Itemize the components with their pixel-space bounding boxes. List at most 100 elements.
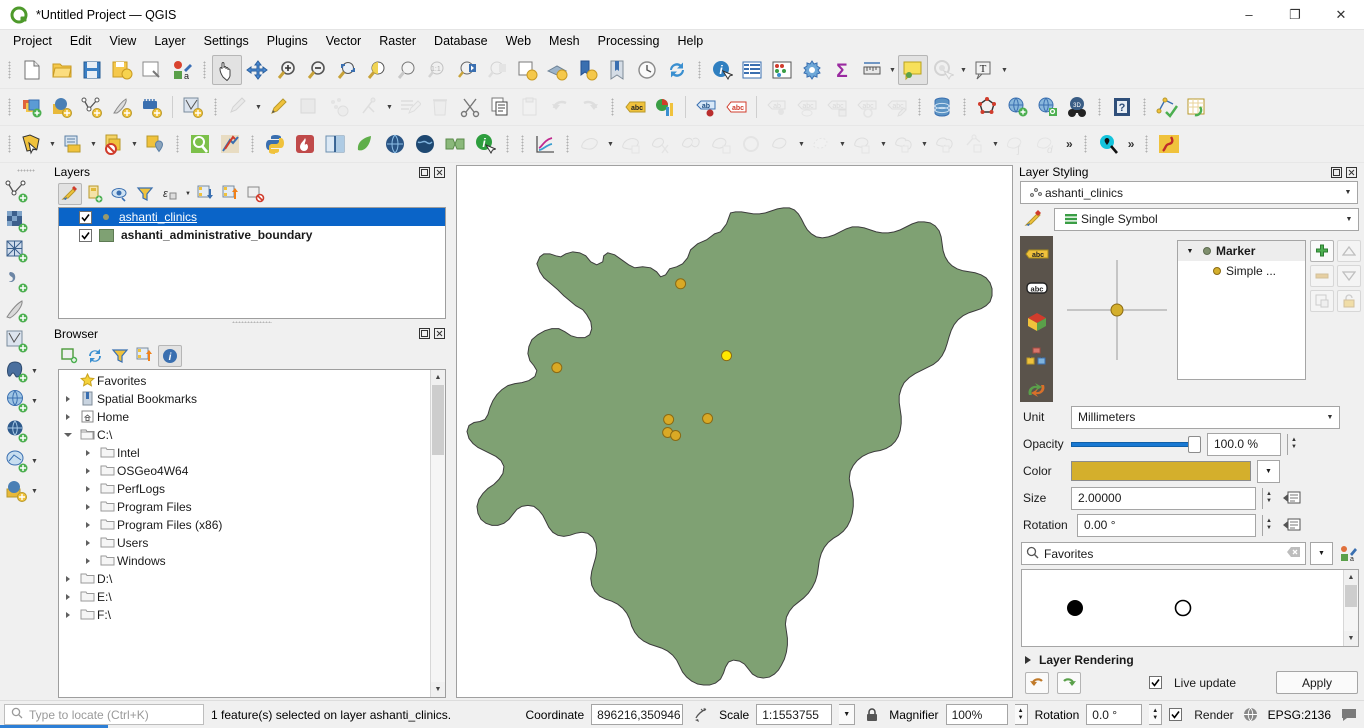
select-by-expression-dropdown-arrow[interactable]: ▼ (88, 129, 99, 159)
browser-item-perflogs[interactable]: PerfLogs (59, 480, 430, 498)
layer-checkbox[interactable] (79, 210, 92, 224)
mesh-digitize-button[interactable] (575, 129, 605, 159)
mesh-reshape-button[interactable] (930, 129, 960, 159)
clear-search-icon[interactable] (1286, 546, 1301, 561)
style-panel-close-icon[interactable] (1345, 166, 1358, 179)
mesh-vertex-button[interactable] (960, 129, 990, 159)
add-vector-layer-v-button[interactable] (0, 176, 52, 206)
chevron-down-icon[interactable]: ▼ (1321, 414, 1339, 421)
3d-view-tab[interactable] (1024, 310, 1050, 334)
rotation-stepper[interactable]: ▲ ▼ (1149, 704, 1163, 725)
add-vector-tile-layer-v-button[interactable]: ▼ (0, 446, 52, 476)
expander[interactable] (59, 432, 77, 437)
zoom-out-button[interactable] (302, 55, 332, 85)
redo-style-button[interactable] (1057, 671, 1081, 694)
check-geometry-button[interactable] (1152, 92, 1182, 122)
browser-item-osgeo4w64[interactable]: OSGeo4W64 (59, 462, 430, 480)
collapse-all-browser-icon[interactable] (133, 345, 157, 367)
browser-item-f-drive[interactable]: F:\ (59, 606, 430, 624)
zoom-to-selection-button[interactable] (362, 55, 392, 85)
vertex-tool-button[interactable] (354, 92, 384, 122)
mesh-add-button[interactable] (616, 129, 646, 159)
mesh-integral-button[interactable]: ∫ (1001, 129, 1031, 159)
deselect-features-button[interactable] (99, 129, 129, 159)
scroll-thumb[interactable] (432, 384, 444, 455)
magnifier-stepper[interactable]: ▲ ▼ (1014, 704, 1028, 725)
expander[interactable] (59, 413, 77, 420)
postgis-dropdown-arrow[interactable]: ▼ (29, 359, 40, 383)
locator-search-input[interactable]: Type to locate (Ctrl+K) (4, 704, 204, 725)
magnifier-field[interactable]: 100% (945, 704, 1008, 725)
redo-button[interactable] (575, 92, 605, 122)
add-3d-tiles-layer-v-button[interactable]: ▼ (0, 476, 52, 506)
toolbar-overflow-1[interactable]: » (1061, 137, 1078, 151)
zoom-last-button[interactable] (452, 55, 482, 85)
mesh-merge-button[interactable] (706, 129, 736, 159)
menu-vector[interactable]: Vector (317, 31, 370, 51)
qgis2web-button[interactable] (290, 129, 320, 159)
gallery-filled-circle-icon[interactable] (1064, 597, 1086, 619)
add-vector-layer-button[interactable] (77, 92, 107, 122)
symbol-root-row[interactable]: ▼ Marker (1178, 241, 1305, 261)
move-label-button[interactable]: ab (762, 92, 792, 122)
openlayers-button[interactable] (380, 129, 410, 159)
open-data-source-manager-button[interactable] (17, 92, 47, 122)
new-project-button[interactable] (17, 55, 47, 85)
style-manager-icon[interactable]: a (1337, 545, 1359, 563)
add-wfs-layer-v-button[interactable] (0, 416, 52, 446)
scroll-track[interactable] (431, 384, 445, 682)
map-canvas[interactable] (456, 165, 1013, 698)
apply-button[interactable]: Apply (1276, 671, 1358, 694)
save-project-as-button[interactable] (107, 55, 137, 85)
move-symbol-down-button[interactable] (1337, 265, 1361, 287)
browser-item-program-files-x86[interactable]: Program Files (x86) (59, 516, 430, 534)
undo-button[interactable] (545, 92, 575, 122)
browser-item-intel[interactable]: Intel (59, 444, 430, 462)
remove-layer-icon[interactable] (244, 183, 268, 205)
menu-settings[interactable]: Settings (195, 31, 258, 51)
symbol-gallery-scrollbar[interactable]: ▲ ▼ (1343, 570, 1358, 646)
size-data-defined-override-icon[interactable] (1281, 488, 1303, 508)
add-raster-layer-button[interactable] (47, 92, 77, 122)
menu-help[interactable]: Help (668, 31, 712, 51)
undo-style-button[interactable] (1025, 671, 1049, 694)
plugin-info-button[interactable]: i (470, 129, 500, 159)
opacity-value-field[interactable]: 100.0 % (1207, 432, 1281, 456)
deselect-dropdown-arrow[interactable]: ▼ (129, 129, 140, 159)
expander[interactable] (79, 467, 97, 474)
size-stepper[interactable]: ▲ ▼ (1262, 487, 1275, 509)
data-plotly-button[interactable] (530, 129, 560, 159)
browser-scrollbar[interactable]: ▲ ▼ (430, 369, 445, 697)
browser-item-spatial-bookmarks[interactable]: Spatial Bookmarks (59, 390, 430, 408)
renderer-combo[interactable]: Single Symbol ▼ (1054, 207, 1359, 231)
maximize-button[interactable]: ❐ (1272, 0, 1318, 30)
expander[interactable] (79, 485, 97, 492)
statistical-summary-button[interactable] (767, 55, 797, 85)
symbol-child-row[interactable]: Simple ... (1178, 261, 1305, 281)
layer-item-ashanti-clinics[interactable]: ashanti_clinics (59, 208, 445, 226)
chevron-down-icon[interactable]: ▼ (1182, 248, 1198, 255)
render-check[interactable] (1169, 708, 1183, 721)
scroll-down-icon[interactable]: ▼ (1344, 631, 1358, 646)
zoom-full-button[interactable] (332, 55, 362, 85)
processing-toolbox-button[interactable] (797, 55, 827, 85)
identify-features-button[interactable]: i (707, 55, 737, 85)
plugin-search-button[interactable] (185, 129, 215, 159)
cut-features-button[interactable] (455, 92, 485, 122)
mirror-map-button[interactable] (320, 129, 350, 159)
select-by-expression-button[interactable] (58, 129, 88, 159)
browser-item-favorites[interactable]: Favorites (59, 372, 430, 390)
tiles-dropdown-arrow[interactable]: ▼ (29, 479, 40, 503)
current-edits-button[interactable] (223, 92, 253, 122)
pan-to-selection-button[interactable] (242, 55, 272, 85)
open-project-button[interactable] (47, 55, 77, 85)
leaflet-button[interactable] (350, 129, 380, 159)
vertex-tool-dropdown-arrow[interactable]: ▼ (384, 92, 395, 122)
scroll-up-icon[interactable]: ▲ (431, 369, 445, 385)
add-wms-layer-v-button[interactable]: ▼ (0, 386, 52, 416)
expander[interactable] (79, 557, 97, 564)
gallery-hollow-circle-icon[interactable] (1172, 597, 1194, 619)
expander[interactable] (59, 611, 77, 618)
new-3d-map-view-button[interactable] (542, 55, 572, 85)
browser-item-e-drive[interactable]: E:\ (59, 588, 430, 606)
